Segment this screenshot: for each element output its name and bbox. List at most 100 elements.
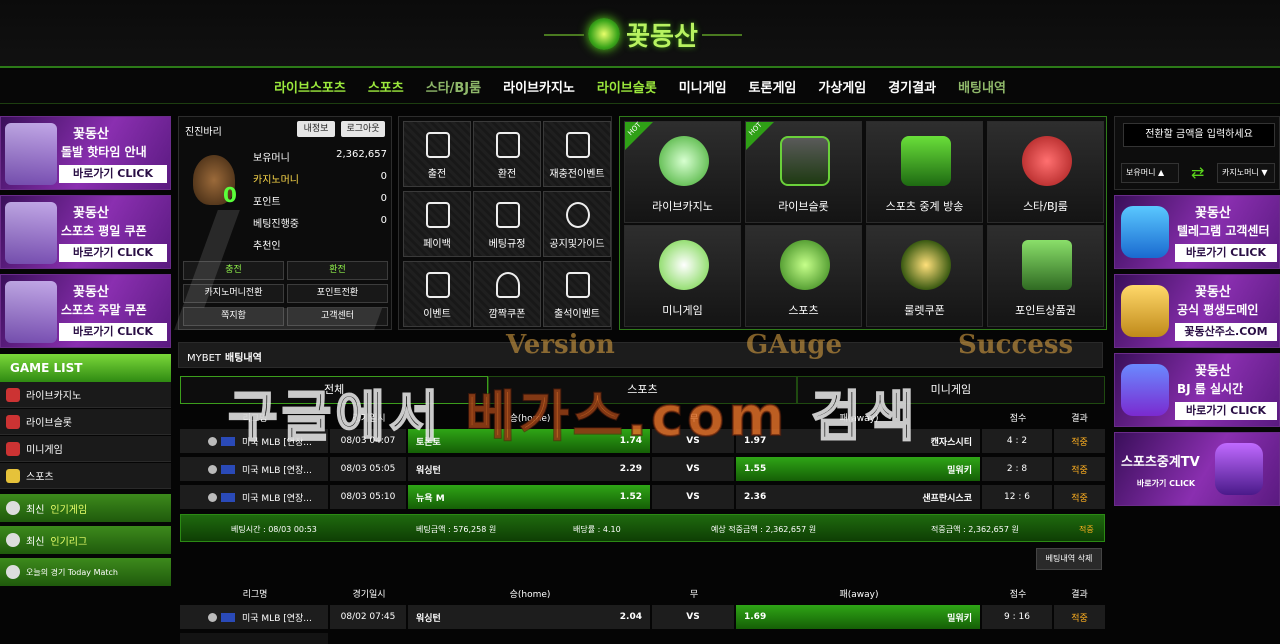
banner-weekend-coupon[interactable]: 꽃동산 스포츠 주말 쿠폰 바로가기 CLICK: [0, 274, 171, 348]
banner-bj-room[interactable]: 꽃동산 BJ 룸 실시간 바로가기 CLICK: [1114, 353, 1280, 427]
game-list-item-mini-game[interactable]: 미니게임: [0, 436, 171, 462]
hourglass-icon: [5, 123, 57, 185]
live-tv-icon: [901, 136, 951, 186]
home-odds-cell[interactable]: 워싱턴 2.29: [408, 457, 650, 481]
quick-withdraw[interactable]: 환전: [473, 121, 541, 187]
game-list-item-sports[interactable]: 스포츠: [0, 463, 171, 489]
score-cell: 4 : 2: [982, 429, 1052, 453]
popular-games-tab[interactable]: 최신 인기게임: [0, 494, 171, 522]
help-icon: [566, 202, 590, 228]
casino-money-row: 카지노머니 0: [253, 171, 387, 191]
logout-button[interactable]: 로그아웃: [341, 121, 385, 137]
nav-star-bj[interactable]: 스타/BJ룸: [426, 77, 481, 96]
nav-virtual-game[interactable]: 가상게임: [818, 77, 866, 96]
category-mini-game[interactable]: 미니게임: [624, 225, 741, 327]
draw-cell[interactable]: VS: [652, 485, 734, 509]
banner-cta[interactable]: 바로가기 CLICK: [1175, 402, 1277, 420]
casino-money-value: 0: [380, 171, 387, 182]
category-sports-broadcast[interactable]: 스포츠 중계 방송: [866, 121, 983, 223]
quick-surprise-coupon[interactable]: 깜짝쿠폰: [473, 261, 541, 327]
baseball-icon: [6, 565, 20, 579]
quick-payback[interactable]: 페이백: [403, 191, 471, 257]
chips-icon: [659, 136, 709, 186]
nav-bet-history[interactable]: 배팅내역: [958, 77, 1006, 96]
category-point-voucher[interactable]: 포인트상품권: [987, 225, 1104, 327]
category-live-casino[interactable]: HOT 라이브카지노: [624, 121, 741, 223]
quick-attendance-event[interactable]: 출석이벤트: [543, 261, 611, 327]
popular-highlight: 인기리그: [50, 536, 88, 548]
roulette-icon: [901, 240, 951, 290]
home-odds-cell[interactable]: 뉴욕 M 1.52: [408, 485, 650, 509]
table-row: 미국 MLB [연장... 08/02 07:45 워싱턴 2.04 VS 1.69 밀워키…: [180, 604, 1105, 630]
draw-cell[interactable]: VS: [652, 457, 734, 481]
category-star-bj[interactable]: 스타/BJ룸: [987, 121, 1104, 223]
popular-leagues-tab[interactable]: 최신 인기리그: [0, 526, 171, 554]
draw-cell[interactable]: VS: [652, 605, 734, 629]
banner-cta[interactable]: 바로가기 CLICK: [1175, 244, 1277, 262]
watermark-success: Success: [958, 330, 1074, 360]
category-sports[interactable]: 스포츠: [745, 225, 862, 327]
tv-icon: [1215, 443, 1263, 495]
nav-sports[interactable]: 스포츠: [368, 77, 404, 96]
swap-arrows-icon[interactable]: ⇄: [1191, 163, 1204, 182]
banner-telegram[interactable]: 꽃동산 텔레그램 고객센터 바로가기 CLICK: [1114, 195, 1280, 269]
page: 꽃동산 라이브스포츠 스포츠 스타/BJ룸 라이브카지노 라이브슬롯 미니게임 …: [0, 0, 1280, 644]
league-cell: 미국 MLB [연장...: [180, 605, 328, 629]
my-info-button[interactable]: 내정보: [297, 121, 335, 137]
game-list-label: 라이브카지노: [26, 391, 82, 402]
quick-notice-guide[interactable]: 공지및가이드: [543, 191, 611, 257]
category-label: 스타/BJ룸: [1023, 200, 1068, 213]
banner-sports-tv[interactable]: 스포츠중계TV 바로가기 CLICK: [1114, 432, 1280, 506]
away-odds-cell[interactable]: 1.69 밀워키: [736, 605, 980, 629]
delete-bet-history-button[interactable]: 베팅내역 삭제: [1036, 548, 1102, 570]
quick-label: 깜짝쿠폰: [488, 309, 526, 320]
score-cell: 12 : 6: [982, 485, 1052, 509]
away-odds-cell[interactable]: 2.36 샌프란시스코: [736, 485, 980, 509]
banner-cta[interactable]: 바로가기 CLICK: [59, 165, 167, 183]
nav-mini-game[interactable]: 미니게임: [679, 77, 727, 96]
nav-live-sports[interactable]: 라이브스포츠: [274, 77, 346, 96]
site-logo[interactable]: 꽃동산: [544, 12, 742, 56]
home-odds: 2.29: [619, 464, 642, 474]
category-roulette-coupon[interactable]: 룰렛쿠폰: [866, 225, 983, 327]
banner-weekday-coupon[interactable]: 꽃동산 스포츠 평일 쿠폰 바로가기 CLICK: [0, 195, 171, 269]
watermark-gauge: GAuge: [746, 330, 843, 360]
logo-ornament: [544, 34, 584, 36]
result-cell: 적중: [1054, 605, 1105, 629]
home-odds-cell[interactable]: 워싱턴 2.04: [408, 605, 650, 629]
nav-live-casino[interactable]: 라이브카지노: [503, 77, 575, 96]
transfer-amount-input[interactable]: 전환할 금액을 입력하세요: [1123, 123, 1275, 147]
baseball-icon: [208, 437, 217, 446]
nav-results[interactable]: 경기결과: [888, 77, 936, 96]
category-live-slot[interactable]: HOT 라이브슬롯: [745, 121, 862, 223]
transfer-from-select[interactable]: 보유머니 ▲: [1121, 163, 1179, 183]
banner-hot-time[interactable]: 꽃동산 돌발 핫타임 안내 바로가기 CLICK: [0, 116, 171, 190]
table-row-partial: [180, 632, 1105, 644]
stamp-icon: [566, 272, 590, 298]
banner-cta[interactable]: 바로가기 CLICK: [1121, 475, 1211, 493]
banner-cta[interactable]: 바로가기 CLICK: [59, 323, 167, 341]
watermark-part-a: 구글에서: [227, 384, 466, 449]
balance-label: 보유머니: [253, 153, 290, 164]
game-list-item-live-casino[interactable]: 라이브카지노: [0, 382, 171, 408]
banner-cta[interactable]: 꽃동산주소.COM: [1175, 323, 1277, 341]
quick-recharge-event[interactable]: 재충전이벤트: [543, 121, 611, 187]
nav-live-slot[interactable]: 라이브슬롯: [597, 77, 657, 96]
quick-label: 공지및가이드: [549, 239, 605, 250]
banner-cta[interactable]: 바로가기 CLICK: [59, 244, 167, 262]
nav-token-game[interactable]: 토론게임: [749, 77, 797, 96]
quick-attendance[interactable]: 출전: [403, 121, 471, 187]
transfer-to-select[interactable]: 카지노머니 ▼: [1217, 163, 1275, 183]
today-match-tab[interactable]: 오늘의 경기 Today Match: [0, 558, 171, 586]
banner-domain[interactable]: 꽃동산 공식 평생도메인 꽃동산주소.COM: [1114, 274, 1280, 348]
quick-betting-rules[interactable]: 베팅규정: [473, 191, 541, 257]
away-odds-cell[interactable]: 1.55 밀워키: [736, 457, 980, 481]
level-number: 0: [223, 183, 237, 207]
quick-event[interactable]: 이벤트: [403, 261, 471, 327]
telegram-icon: [1121, 206, 1169, 258]
away-team: 샌프란시스코: [922, 493, 972, 504]
mlb-flag-icon: [221, 465, 235, 474]
logo-ornament: [702, 34, 742, 36]
game-list-item-live-slot[interactable]: 라이브슬롯: [0, 409, 171, 435]
result-cell: 적중: [1054, 429, 1105, 453]
